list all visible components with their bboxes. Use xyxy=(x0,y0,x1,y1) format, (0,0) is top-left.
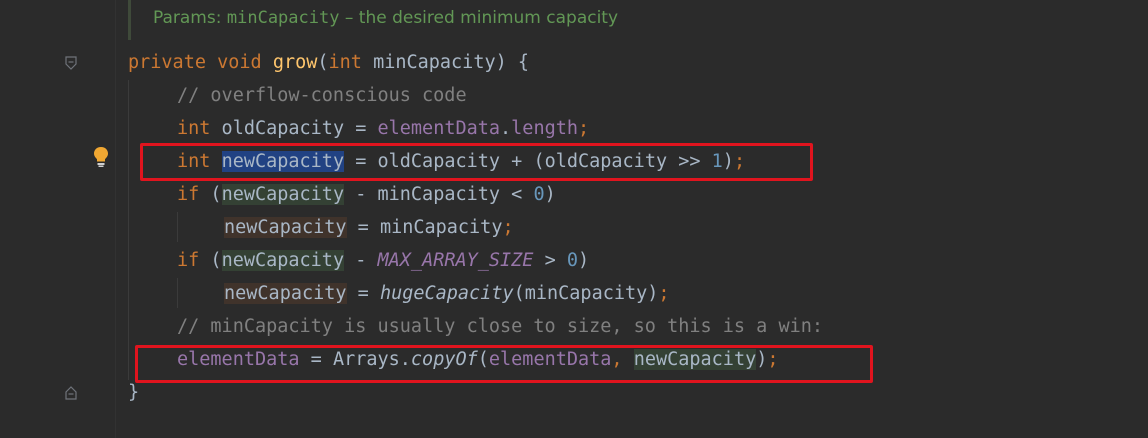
closing-brace: } xyxy=(128,382,140,403)
constant-ref: MAX_ARRAY_SIZE xyxy=(377,250,534,271)
keyword: void xyxy=(217,52,262,73)
fold-close-icon[interactable] xyxy=(65,386,77,400)
code-line-5: if (newCapacity - minCapacity < 0) xyxy=(177,178,556,211)
field-ref: length xyxy=(511,118,578,139)
rendered-doc-comment: Params: minCapacity – the desired minimu… xyxy=(128,0,1148,40)
highlight-box-copyof xyxy=(135,345,873,383)
code-text: oldCapacity = xyxy=(210,118,378,139)
code-editor[interactable]: Params: minCapacity – the desired minimu… xyxy=(0,0,1148,438)
code-text: (minCapacity) xyxy=(513,283,659,304)
indent-guide-if xyxy=(177,212,178,242)
fold-open-icon[interactable] xyxy=(65,56,77,70)
code-text: = xyxy=(346,283,380,304)
static-method-call: hugeCapacity xyxy=(379,283,514,304)
number-literal: 0 xyxy=(533,184,545,205)
indent-guide-if xyxy=(177,278,178,308)
keyword: int xyxy=(328,52,362,73)
semicolon: ; xyxy=(578,118,590,139)
comment: // minCapacity is usually close to size,… xyxy=(177,316,824,337)
variable-usage-read: newCapacity xyxy=(221,184,345,205)
variable-usage-write: newCapacity xyxy=(224,217,347,238)
code-text: - minCapacity < xyxy=(344,184,534,205)
lightbulb-icon[interactable] xyxy=(92,146,110,168)
field-ref: elementData xyxy=(377,118,501,139)
keyword: if xyxy=(177,250,200,271)
code-text: ( xyxy=(199,184,222,205)
indent-guide xyxy=(128,80,129,380)
code-text: ) xyxy=(544,184,556,205)
code-line-2: // overflow-conscious code xyxy=(177,79,467,112)
code-line-7: if (newCapacity - MAX_ARRAY_SIZE > 0) xyxy=(177,244,589,277)
editor-gutter xyxy=(0,0,116,438)
code-line-8: newCapacity = hugeCapacity(minCapacity); xyxy=(224,277,670,310)
keyword: int xyxy=(177,118,211,139)
doc-params-label: Params: xyxy=(153,8,227,28)
code-text: > xyxy=(533,250,567,271)
doc-param-desc: – the desired minimum capacity xyxy=(339,8,619,28)
method-name: grow xyxy=(272,52,318,73)
code-line-1: private void grow(int minCapacity) { xyxy=(128,46,529,79)
keyword: private xyxy=(128,52,206,73)
code-text: = minCapacity xyxy=(346,217,503,238)
semicolon: ; xyxy=(502,217,514,238)
number-literal: 0 xyxy=(566,250,579,271)
variable-usage-write: newCapacity xyxy=(224,283,347,304)
keyword: if xyxy=(177,184,200,205)
code-text: minCapacity) { xyxy=(361,52,530,73)
code-line-3: int oldCapacity = elementData.length; xyxy=(177,112,589,145)
code-text: - xyxy=(344,250,378,271)
code-line-9: // minCapacity is usually close to size,… xyxy=(177,310,823,343)
code-text: ( xyxy=(317,52,329,73)
variable-usage-read: newCapacity xyxy=(221,250,345,271)
comment: // overflow-conscious code xyxy=(177,85,467,106)
code-text: ) xyxy=(578,250,590,271)
code-text: . xyxy=(500,118,512,139)
highlight-box-newcapacity xyxy=(140,143,813,181)
code-line-6: newCapacity = minCapacity; xyxy=(224,211,514,244)
doc-param-name: minCapacity xyxy=(226,8,340,28)
semicolon: ; xyxy=(658,283,670,304)
code-text: ( xyxy=(199,250,222,271)
